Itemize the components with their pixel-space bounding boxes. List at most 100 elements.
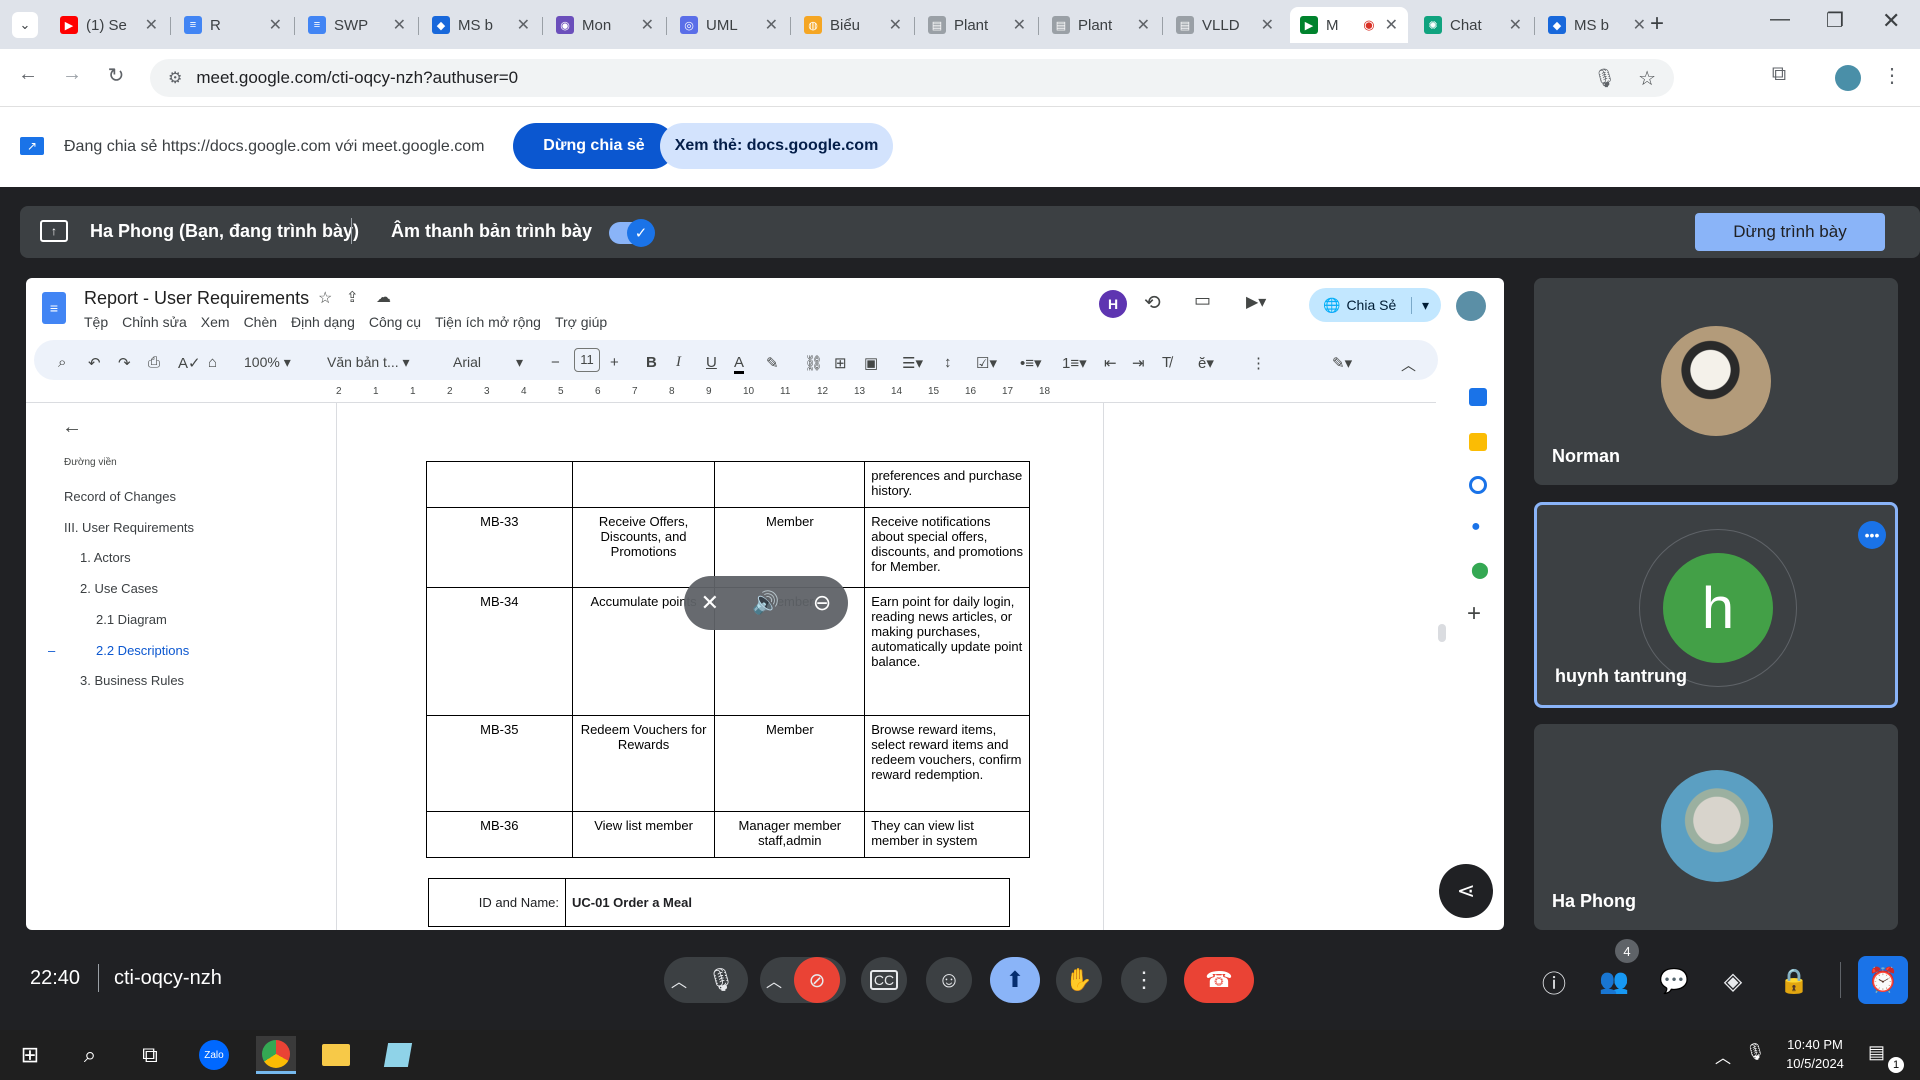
close-tab-icon[interactable]: ✕	[641, 15, 654, 35]
style-select[interactable]: Văn bản t... ▾	[327, 354, 410, 371]
app-icon[interactable]	[378, 1036, 418, 1074]
people-icon[interactable]: 👥	[1597, 964, 1631, 998]
outline-item[interactable]: III. User Requirements	[64, 520, 194, 535]
align-icon[interactable]: ☰▾	[902, 354, 923, 372]
microphone-tray-icon[interactable]: 🎙	[1745, 1042, 1765, 1062]
stop-sharing-button[interactable]: Dừng chia sẻ	[513, 123, 675, 169]
cloud-status-icon[interactable]: ☁	[376, 288, 391, 306]
close-tab-icon[interactable]: ✕	[1633, 15, 1646, 35]
star-icon[interactable]: ☆	[318, 288, 332, 308]
outline-item[interactable]: Record of Changes	[64, 489, 176, 504]
editing-mode-icon[interactable]: ✎▾	[1332, 354, 1352, 372]
meeting-details-icon[interactable]: ⓘ	[1537, 964, 1571, 998]
font-select[interactable]: Arial ▾	[453, 354, 523, 371]
address-bar[interactable]: ⚙ meet.google.com/cti-oqcy-nzh?authuser=…	[150, 59, 1674, 97]
browser-tab[interactable]: ◉ Mon ✕	[546, 7, 664, 43]
more-options-icon[interactable]: ⋮	[1251, 354, 1266, 372]
add-addon-icon[interactable]: +	[1467, 600, 1481, 628]
browser-tab[interactable]: ▤ Plant ✕	[1042, 7, 1160, 43]
doc-menu-item[interactable]: Tiện ích mở rộng	[435, 314, 541, 330]
line-spacing-icon[interactable]: ↕	[944, 354, 952, 371]
browser-tab[interactable]: ▶ (1) Se ✕	[50, 7, 168, 43]
spellcheck-icon[interactable]: A✓	[178, 354, 201, 372]
bookmark-star-icon[interactable]: ☆	[1638, 66, 1656, 91]
browser-tab[interactable]: ◆ MS b ✕	[1538, 7, 1656, 43]
outline-item[interactable]: 2.1 Diagram	[96, 612, 167, 627]
outline-item[interactable]: 2. Use Cases	[80, 581, 158, 596]
close-tab-icon[interactable]: ✕	[1137, 15, 1150, 35]
timer-icon[interactable]: ⏰	[1858, 956, 1908, 1004]
browser-tab[interactable]: ◎ UML ✕	[670, 7, 788, 43]
leave-call-button[interactable]: ☎	[1184, 957, 1254, 1003]
decrease-indent-icon[interactable]: ⇤	[1104, 354, 1117, 372]
browser-menu-icon[interactable]: ⋮	[1878, 63, 1906, 88]
task-view-icon[interactable]: ⧉	[130, 1036, 170, 1074]
forward-icon[interactable]: →	[58, 63, 86, 86]
more-actions-button[interactable]: ⋮	[1121, 957, 1167, 1003]
minimize-button[interactable]: —	[1770, 8, 1790, 31]
camera-off-icon[interactable]: ⊘	[793, 957, 840, 1003]
microphone-control[interactable]: ︿ 🎙	[664, 957, 748, 1003]
increase-indent-icon[interactable]: ⇥	[1132, 354, 1145, 372]
search-menus-icon[interactable]: ⌕	[58, 354, 66, 371]
close-tab-icon[interactable]: ✕	[765, 15, 778, 35]
user-avatar[interactable]	[1456, 291, 1486, 321]
comments-icon[interactable]: ▭	[1194, 290, 1211, 311]
participant-tile-norman[interactable]: Norman	[1534, 278, 1898, 485]
mic-off-icon[interactable]: ✕	[701, 590, 719, 616]
doc-title[interactable]: Report - User Requirements	[84, 288, 309, 309]
presentation-audio-toggle[interactable]: ✓	[609, 219, 655, 247]
add-comment-icon[interactable]: ⊞	[834, 354, 847, 372]
bullet-list-icon[interactable]: •≡▾	[1020, 354, 1042, 372]
doc-menu-item[interactable]: Xem	[201, 314, 230, 330]
decrease-font-icon[interactable]: −	[551, 354, 560, 371]
browser-tab[interactable]: ◍ Biểu ✕	[794, 7, 912, 43]
collapse-toolbar-icon[interactable]: ︿	[1401, 354, 1416, 375]
taskbar-clock[interactable]: 10:40 PM 10/5/2024	[1770, 1035, 1860, 1073]
close-outline-icon[interactable]: ←	[62, 416, 82, 439]
calendar-icon[interactable]	[1469, 388, 1487, 406]
version-history-icon[interactable]: ⟲	[1144, 290, 1161, 315]
close-tab-icon[interactable]: ✕	[393, 15, 406, 35]
present-button[interactable]: ⬆	[990, 957, 1040, 1003]
outline-item[interactable]: 3. Business Rules	[80, 673, 184, 688]
browser-tab[interactable]: ≡ R ✕	[174, 7, 292, 43]
browser-tab[interactable]: ◆ MS b ✕	[422, 7, 540, 43]
outline-item[interactable]: 2.2 Descriptions	[96, 643, 189, 658]
numbered-list-icon[interactable]: 1≡▾	[1062, 354, 1087, 372]
show-hidden-icons[interactable]: ︿	[1715, 1044, 1731, 1068]
redo-icon[interactable]: ↷	[118, 354, 131, 372]
file-explorer-icon[interactable]	[316, 1036, 356, 1074]
highlight-icon[interactable]: ✎	[766, 354, 779, 372]
close-window-button[interactable]: ✕	[1882, 8, 1900, 34]
volume-icon[interactable]: 🔊	[752, 590, 779, 616]
close-tab-icon[interactable]: ✕	[1013, 15, 1026, 35]
raise-hand-button[interactable]: ✋	[1056, 957, 1102, 1003]
underline-icon[interactable]: U	[706, 354, 717, 371]
back-icon[interactable]: ←	[14, 63, 42, 86]
share-doc-button[interactable]: 🌐 Chia Sẻ ▾	[1309, 288, 1441, 322]
italic-icon[interactable]: I	[676, 354, 681, 371]
tasks-icon[interactable]	[1469, 476, 1487, 494]
captions-button[interactable]: CC	[861, 957, 907, 1003]
windows-start-icon[interactable]: ⊞	[10, 1036, 50, 1074]
stop-presenting-button[interactable]: Dừng trình bày	[1695, 213, 1885, 251]
meet-join-icon[interactable]: ▶▾	[1246, 292, 1266, 312]
keep-icon[interactable]	[1469, 433, 1487, 451]
participant-tile-huynh[interactable]: h ••• huynh tantrung	[1534, 502, 1898, 708]
chrome-icon[interactable]	[256, 1036, 296, 1074]
microphone-icon[interactable]: 🎙	[1593, 68, 1616, 89]
maps-icon[interactable]: ⬤	[1471, 560, 1489, 580]
move-icon[interactable]: ⇪	[346, 288, 359, 306]
close-tab-icon[interactable]: ✕	[145, 15, 158, 35]
tab-search-icon[interactable]: ⌄	[12, 12, 38, 38]
print-icon[interactable]: ⎙	[148, 354, 160, 371]
participant-tile-ha-phong[interactable]: Ha Phong	[1534, 724, 1898, 930]
host-controls-icon[interactable]: 🔒	[1777, 964, 1811, 998]
checklist-icon[interactable]: ☑▾	[976, 354, 997, 372]
reload-icon[interactable]: ↻	[102, 63, 130, 88]
zoom-select[interactable]: 100% ▾	[244, 354, 291, 371]
share-icon[interactable]: ⋖	[1439, 864, 1493, 918]
close-tab-icon[interactable]: ✕	[1509, 15, 1522, 35]
docs-logo-icon[interactable]: ≡	[42, 292, 66, 324]
